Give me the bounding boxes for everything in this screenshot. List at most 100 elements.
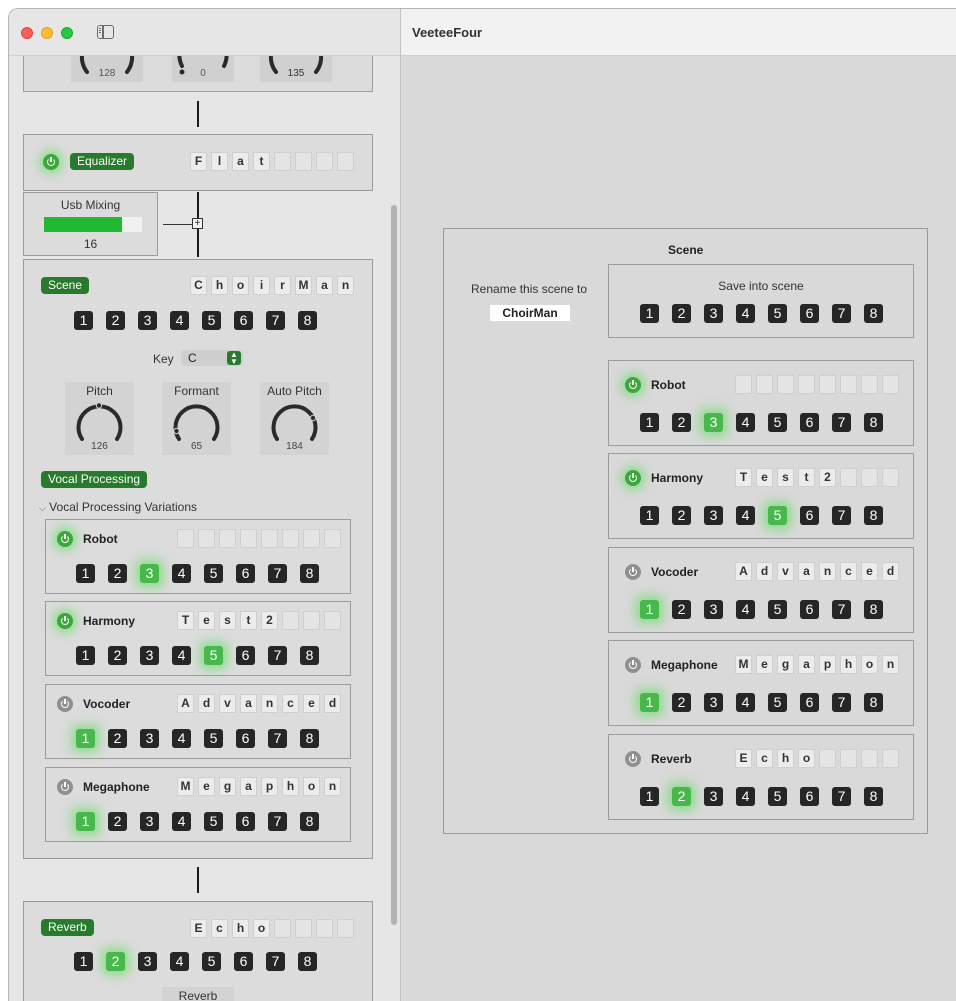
name-letter-cell[interactable]: 2 xyxy=(819,468,836,487)
name-letter-cell[interactable]: M xyxy=(295,276,312,295)
name-letter-cell[interactable]: o xyxy=(861,655,878,674)
name-letter-cell[interactable] xyxy=(756,375,773,394)
name-letter-cell[interactable]: o xyxy=(232,276,249,295)
name-letter-cell[interactable] xyxy=(861,375,878,394)
number-button-2[interactable]: 2 xyxy=(108,646,127,665)
number-button-6[interactable]: 6 xyxy=(236,564,255,583)
number-button-2[interactable]: 2 xyxy=(672,600,691,619)
name-letter-cell[interactable]: l xyxy=(211,152,228,171)
name-letter-cell[interactable] xyxy=(316,152,333,171)
name-letter-cell[interactable]: C xyxy=(190,276,207,295)
zoom-window-button[interactable] xyxy=(61,27,73,39)
effect-preset-name[interactable]: Megaphon xyxy=(177,777,341,796)
number-button-5[interactable]: 5 xyxy=(202,311,221,330)
number-button-4[interactable]: 4 xyxy=(170,311,189,330)
name-letter-cell[interactable]: o xyxy=(303,777,320,796)
number-button-8[interactable]: 8 xyxy=(864,787,883,806)
number-button-6[interactable]: 6 xyxy=(234,952,253,971)
name-letter-cell[interactable]: t xyxy=(798,468,815,487)
name-letter-cell[interactable]: M xyxy=(735,655,752,674)
name-letter-cell[interactable]: t xyxy=(253,152,270,171)
name-letter-cell[interactable]: v xyxy=(777,562,794,581)
name-letter-cell[interactable] xyxy=(735,375,752,394)
name-letter-cell[interactable]: c xyxy=(282,694,299,713)
scene-number-buttons[interactable]: 12345678 xyxy=(74,311,317,330)
number-button-6[interactable]: 6 xyxy=(800,787,819,806)
number-button-2[interactable]: 2 xyxy=(106,952,125,971)
number-button-5[interactable]: 5 xyxy=(768,693,787,712)
name-letter-cell[interactable]: n xyxy=(337,276,354,295)
number-button-5[interactable]: 5 xyxy=(768,506,787,525)
name-letter-cell[interactable] xyxy=(819,375,836,394)
power-toggle-icon[interactable] xyxy=(625,657,641,673)
number-button-3[interactable]: 3 xyxy=(704,600,723,619)
name-letter-cell[interactable] xyxy=(882,749,899,768)
name-letter-cell[interactable] xyxy=(219,529,236,548)
effect-number-buttons[interactable]: 12345678 xyxy=(76,564,319,583)
number-button-1[interactable]: 1 xyxy=(640,413,659,432)
name-letter-cell[interactable]: a xyxy=(240,694,257,713)
effect-preset-name[interactable]: Echo xyxy=(735,749,899,768)
name-letter-cell[interactable]: T xyxy=(735,468,752,487)
usb-mixing-slider[interactable] xyxy=(44,217,142,232)
name-letter-cell[interactable] xyxy=(295,152,312,171)
name-letter-cell[interactable]: e xyxy=(861,562,878,581)
name-letter-cell[interactable]: 2 xyxy=(261,611,278,630)
name-letter-cell[interactable] xyxy=(303,529,320,548)
number-button-6[interactable]: 6 xyxy=(800,304,819,323)
effect-number-buttons[interactable]: 12345678 xyxy=(76,812,319,831)
number-button-7[interactable]: 7 xyxy=(268,729,287,748)
reverb-number-buttons[interactable]: 12345678 xyxy=(74,952,317,971)
power-toggle-icon[interactable] xyxy=(625,377,641,393)
number-button-4[interactable]: 4 xyxy=(172,812,191,831)
number-button-4[interactable]: 4 xyxy=(736,304,755,323)
number-button-5[interactable]: 5 xyxy=(768,413,787,432)
name-letter-cell[interactable]: e xyxy=(756,655,773,674)
name-letter-cell[interactable] xyxy=(324,529,341,548)
name-letter-cell[interactable]: s xyxy=(219,611,236,630)
number-button-4[interactable]: 4 xyxy=(736,506,755,525)
power-toggle-icon[interactable] xyxy=(57,613,73,629)
name-letter-cell[interactable]: s xyxy=(777,468,794,487)
power-toggle-icon[interactable] xyxy=(625,751,641,767)
name-letter-cell[interactable] xyxy=(282,611,299,630)
add-plus-icon[interactable]: + xyxy=(192,218,203,229)
effect-number-buttons[interactable]: 12345678 xyxy=(640,506,883,525)
number-button-1[interactable]: 1 xyxy=(640,787,659,806)
name-letter-cell[interactable] xyxy=(861,468,878,487)
name-letter-cell[interactable] xyxy=(274,152,291,171)
name-letter-cell[interactable]: e xyxy=(756,468,773,487)
number-button-5[interactable]: 5 xyxy=(768,304,787,323)
number-button-3[interactable]: 3 xyxy=(140,812,159,831)
number-button-6[interactable]: 6 xyxy=(800,600,819,619)
number-button-8[interactable]: 8 xyxy=(300,812,319,831)
vocal-processing-disclosure[interactable]: ⌵ Vocal Processing Variations xyxy=(39,500,197,514)
effect-preset-name[interactable]: Test2 xyxy=(177,611,341,630)
rename-input[interactable]: ChoirMan xyxy=(490,305,570,321)
effect-preset-name[interactable]: Megaphon xyxy=(735,655,899,674)
equalizer-preset-name[interactable]: Flat xyxy=(190,152,354,171)
number-button-3[interactable]: 3 xyxy=(140,564,159,583)
name-letter-cell[interactable]: a xyxy=(232,152,249,171)
number-button-2[interactable]: 2 xyxy=(108,812,127,831)
name-letter-cell[interactable]: n xyxy=(324,777,341,796)
name-letter-cell[interactable]: n xyxy=(261,694,278,713)
number-button-1[interactable]: 1 xyxy=(76,646,95,665)
number-button-5[interactable]: 5 xyxy=(202,952,221,971)
number-button-8[interactable]: 8 xyxy=(864,693,883,712)
name-letter-cell[interactable]: n xyxy=(882,655,899,674)
power-toggle-icon[interactable] xyxy=(625,470,641,486)
name-letter-cell[interactable] xyxy=(337,152,354,171)
name-letter-cell[interactable] xyxy=(798,375,815,394)
name-letter-cell[interactable]: c xyxy=(211,919,228,938)
name-letter-cell[interactable]: E xyxy=(735,749,752,768)
number-button-3[interactable]: 3 xyxy=(138,311,157,330)
auto-pitch-knob[interactable]: Auto Pitch 184 xyxy=(260,382,329,455)
effect-number-buttons[interactable]: 12345678 xyxy=(640,787,883,806)
name-letter-cell[interactable]: h xyxy=(777,749,794,768)
knob-dial-icon[interactable] xyxy=(73,399,126,447)
stepper-chevron-icon[interactable]: ▲ ▼ xyxy=(227,351,241,366)
name-letter-cell[interactable]: a xyxy=(316,276,333,295)
number-button-7[interactable]: 7 xyxy=(266,311,285,330)
number-button-7[interactable]: 7 xyxy=(832,506,851,525)
